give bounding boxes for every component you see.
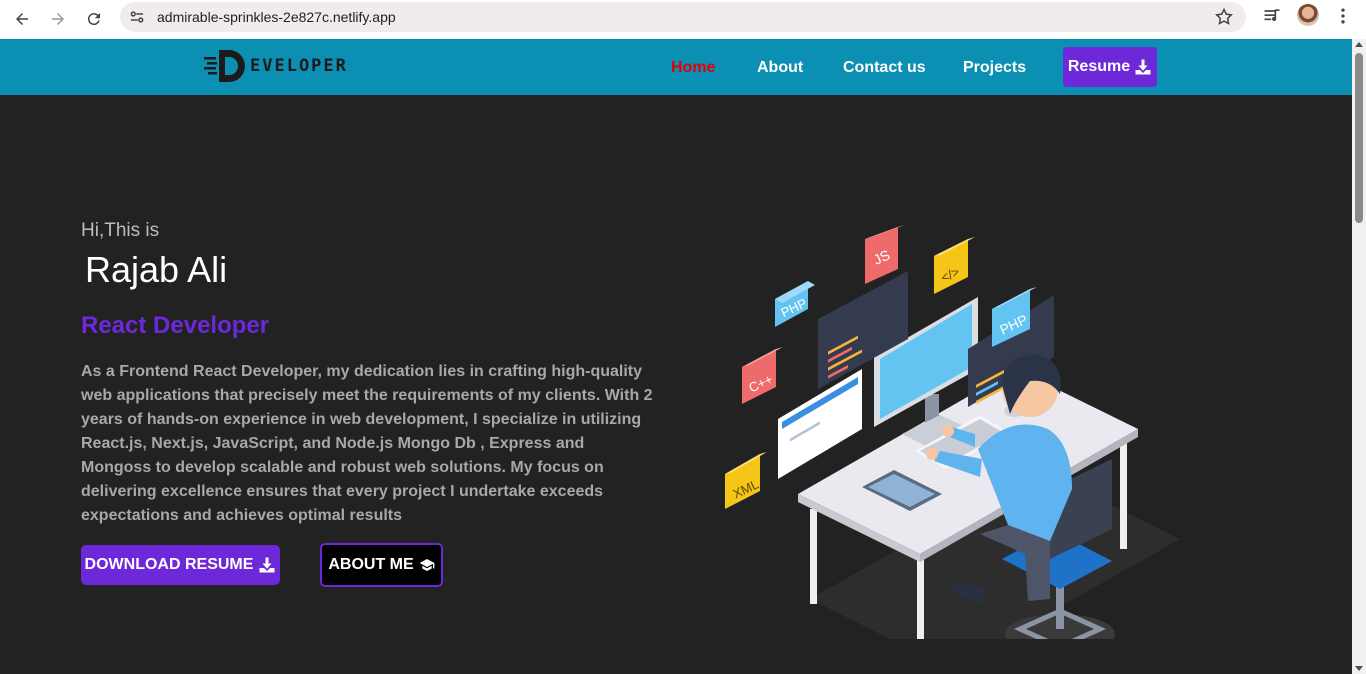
nav-projects[interactable]: Projects: [963, 59, 1026, 77]
url-text[interactable]: admirable-sprinkles-2e827c.netlify.app: [157, 9, 396, 25]
profile-avatar[interactable]: [1297, 4, 1319, 26]
nav-about[interactable]: About: [757, 59, 803, 77]
logo-mark-icon: [204, 50, 245, 82]
nav-home[interactable]: Home: [671, 59, 715, 77]
arrow-left-icon: [16, 13, 28, 25]
hero-greeting: Hi,This is: [81, 220, 160, 241]
xml-badge: XML: [725, 452, 767, 509]
browser-toolbar: admirable-sprinkles-2e827c.netlify.app: [0, 0, 1366, 39]
scroll-down-icon[interactable]: [1355, 666, 1363, 671]
download-icon: [259, 557, 275, 573]
hero-name: Rajab Ali: [85, 249, 228, 290]
reload-button[interactable]: [81, 6, 107, 32]
html-tag-badge: </>: [934, 237, 975, 294]
developer-illustration: PHP JS </> PHP C++ XML: [725, 225, 1180, 639]
page-content: EVELOPER Home About Contact us Projects …: [0, 39, 1352, 674]
address-bar[interactable]: admirable-sprinkles-2e827c.netlify.app: [120, 2, 1246, 32]
site-header: EVELOPER Home About Contact us Projects …: [0, 39, 1352, 95]
about-me-label: ABOUT ME: [328, 556, 414, 573]
resume-button[interactable]: Resume: [1063, 47, 1157, 87]
download-icon: [1135, 59, 1151, 75]
forward-button[interactable]: [45, 6, 71, 32]
logo-text: EVELOPER: [250, 56, 348, 76]
js-badge: JS: [865, 225, 905, 284]
hero-role: React Developer: [81, 312, 270, 339]
hero-bio: As a Frontend React Developer, my dedica…: [81, 363, 653, 524]
reload-icon: [87, 13, 100, 26]
arrow-right-icon: [52, 13, 64, 25]
php-badge: PHP: [775, 281, 815, 327]
resume-label: Resume: [1067, 58, 1131, 75]
download-resume-label: DOWNLOAD RESUME: [84, 556, 254, 573]
download-resume-button[interactable]: DOWNLOAD RESUME: [81, 545, 280, 585]
developer-logo[interactable]: EVELOPER: [204, 47, 354, 85]
scroll-up-icon[interactable]: [1355, 42, 1363, 47]
more-options-icon[interactable]: [1333, 6, 1353, 26]
scroll-thumb[interactable]: [1355, 53, 1363, 223]
site-info-icon[interactable]: [128, 8, 146, 26]
nav-contact[interactable]: Contact us: [843, 59, 926, 77]
graduation-cap-icon: [419, 559, 434, 571]
page-scrollbar[interactable]: [1352, 39, 1366, 674]
cpp-badge: C++: [742, 347, 783, 404]
about-me-button[interactable]: ABOUT ME: [320, 543, 443, 587]
media-control-icon[interactable]: [1262, 6, 1282, 26]
back-button[interactable]: [9, 6, 35, 32]
bookmark-star-icon[interactable]: [1214, 7, 1234, 27]
